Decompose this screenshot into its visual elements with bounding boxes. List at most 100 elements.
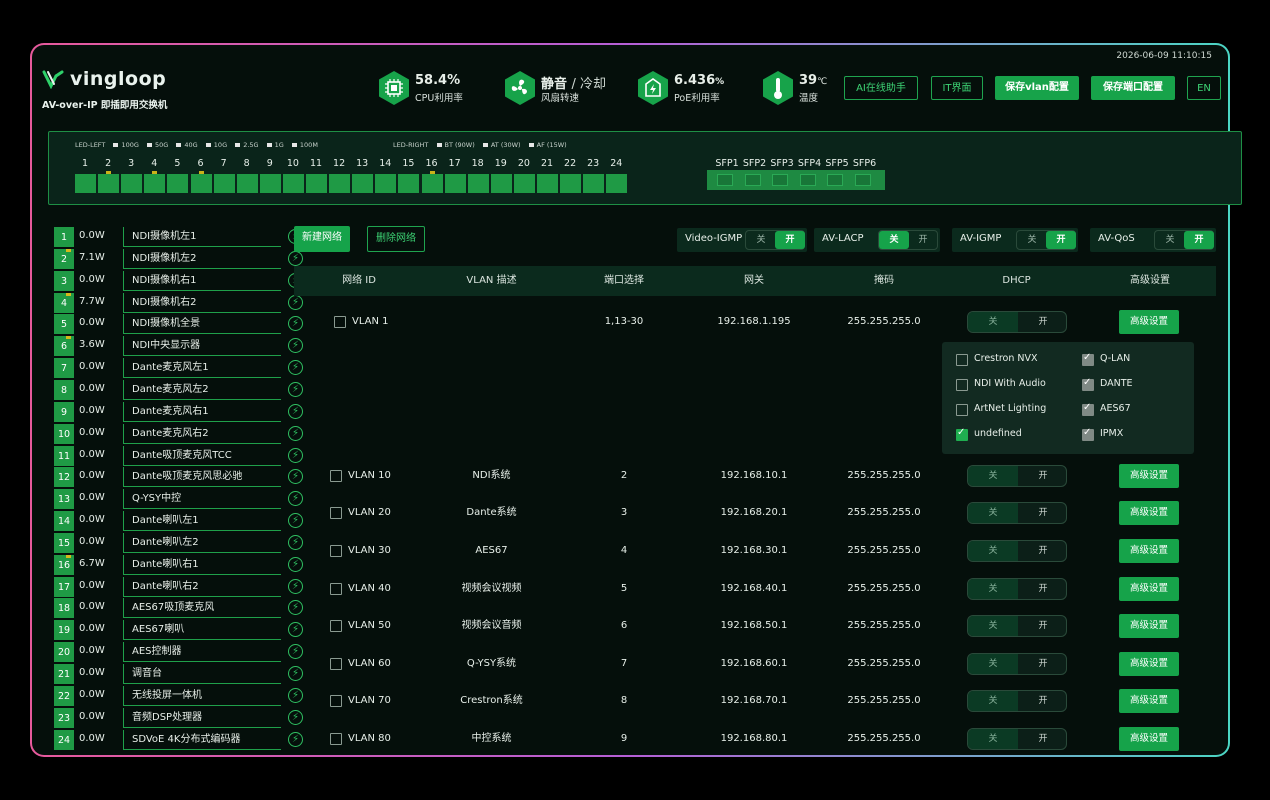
dhcp-on[interactable]: 开 [1018, 466, 1068, 486]
dhcp-on[interactable]: 开 [1018, 729, 1068, 749]
device-name[interactable]: NDI摄像机左2 [123, 248, 281, 269]
port-7[interactable] [213, 174, 235, 193]
port-4[interactable] [144, 171, 166, 193]
port-12[interactable] [329, 174, 351, 193]
advanced-settings-button[interactable]: 高级设置 [1119, 614, 1179, 638]
device-row[interactable]: 24 0.0W SDVoE 4K分布式编码器 ⚡ [54, 729, 303, 752]
device-row[interactable]: 10.0WNDI摄像机左1⚡ [54, 227, 303, 249]
protocol-checkbox[interactable] [956, 404, 968, 416]
device-row[interactable]: 16 6.7W Dante喇叭右1 ⚡ [54, 554, 303, 577]
device-row[interactable]: 17 0.0W Dante喇叭右2 ⚡ [54, 576, 303, 599]
dhcp-off[interactable]: 关 [968, 691, 1018, 711]
device-name[interactable]: Dante麦克风右2 [123, 423, 281, 444]
vlan-row-checkbox[interactable] [330, 733, 342, 745]
dhcp-on[interactable]: 开 [1018, 691, 1068, 711]
poe-bolt-icon[interactable]: ⚡ [288, 403, 303, 419]
toggle-switch[interactable]: 关开 [1016, 230, 1076, 250]
toggle-switch[interactable]: 关开 [745, 230, 805, 250]
toggle-on[interactable]: 开 [908, 231, 938, 249]
sfp-port-4[interactable] [799, 174, 816, 186]
vlan-row-checkbox[interactable] [330, 545, 342, 557]
advanced-settings-button[interactable]: 高级设置 [1119, 727, 1179, 751]
advanced-settings-button[interactable]: 高级设置 [1119, 539, 1179, 563]
device-row[interactable]: 19 0.0W AES67喇叭 ⚡ [54, 620, 303, 642]
device-name[interactable]: Dante麦克风左2 [123, 379, 281, 400]
device-name[interactable]: Dante吸顶麦克风思必驰 [123, 467, 281, 488]
dhcp-on[interactable]: 开 [1018, 503, 1068, 523]
device-row[interactable]: 30.0WNDI摄像机右1⚡ [54, 270, 303, 293]
port-14[interactable] [375, 174, 397, 193]
language-button[interactable]: EN [1187, 76, 1221, 100]
dhcp-switch[interactable]: 关开 [967, 690, 1067, 712]
it-interface-button[interactable]: IT界面 [931, 76, 983, 100]
dhcp-on[interactable]: 开 [1018, 654, 1068, 674]
device-name[interactable]: Dante喇叭左2 [123, 532, 281, 553]
device-name[interactable]: Dante麦克风右1 [123, 401, 281, 422]
dhcp-switch[interactable]: 关开 [967, 540, 1067, 562]
device-name[interactable]: NDI摄像机右2 [123, 292, 281, 313]
dhcp-off[interactable]: 关 [968, 541, 1018, 561]
advanced-settings-button[interactable]: 高级设置 [1119, 310, 1179, 334]
advanced-settings-button[interactable]: 高级设置 [1119, 689, 1179, 713]
port-11[interactable] [306, 174, 327, 193]
device-row[interactable]: 4 7.7W NDI摄像机右2 ⚡ [54, 292, 303, 315]
port-13[interactable] [352, 174, 374, 193]
dhcp-on[interactable]: 开 [1018, 541, 1068, 561]
toggle-on[interactable]: 开 [775, 231, 805, 249]
device-name[interactable]: SDVoE 4K分布式编码器 [123, 729, 281, 750]
device-row[interactable]: 5 0.0W NDI摄像机全景 ⚡ [54, 314, 303, 336]
dhcp-off[interactable]: 关 [968, 654, 1018, 674]
port-20[interactable] [513, 174, 535, 193]
ai-assistant-button[interactable]: AI在线助手 [844, 76, 918, 100]
dhcp-switch[interactable]: 关开 [967, 502, 1067, 524]
dhcp-on[interactable]: 开 [1018, 616, 1068, 636]
toggle-switch[interactable]: 关开 [1154, 230, 1214, 250]
vlan-row-checkbox[interactable] [330, 620, 342, 632]
device-name[interactable]: 无线投屏一体机 [123, 685, 281, 706]
device-row[interactable]: 2 7.1W NDI摄像机左2 ⚡ [54, 248, 303, 271]
advanced-settings-button[interactable]: 高级设置 [1119, 501, 1179, 525]
advanced-settings-button[interactable]: 高级设置 [1119, 577, 1179, 601]
dhcp-switch[interactable]: 关开 [967, 465, 1067, 487]
dhcp-off[interactable]: 关 [968, 579, 1018, 599]
protocol-checkbox[interactable] [1082, 427, 1094, 441]
poe-bolt-icon[interactable]: ⚡ [288, 250, 303, 266]
device-row[interactable]: 8 0.0W Dante麦克风左2 ⚡ [54, 379, 303, 402]
vlan-row-checkbox[interactable] [330, 507, 342, 519]
new-network-button[interactable]: 新建网络 [294, 226, 350, 252]
port-21[interactable] [537, 174, 558, 193]
device-name[interactable]: NDI摄像机全景 [123, 314, 281, 335]
port-18[interactable] [467, 174, 489, 193]
advanced-settings-button[interactable]: 高级设置 [1119, 652, 1179, 676]
device-name[interactable]: Dante喇叭右1 [123, 554, 281, 575]
protocol-checkbox[interactable] [956, 427, 968, 441]
poe-bolt-icon[interactable]: ⚡ [288, 338, 303, 354]
save-vlan-button[interactable]: 保存vlan配置 [995, 76, 1079, 100]
device-name[interactable]: NDI摄像机右1 [123, 270, 281, 291]
device-name[interactable]: NDI摄像机左1 [123, 227, 281, 247]
device-row[interactable]: 13 0.0W Q-YSY中控 ⚡ [54, 489, 303, 511]
device-name[interactable]: 音频DSP处理器 [123, 707, 281, 728]
device-row[interactable]: 11 0.0W Dante吸顶麦克风TCC ⚡ [54, 445, 303, 468]
device-name[interactable]: AES67喇叭 [123, 620, 281, 641]
device-row[interactable]: 20 0.0W AES控制器 ⚡ [54, 642, 303, 664]
port-9[interactable] [259, 174, 281, 193]
port-1[interactable] [75, 174, 96, 193]
device-row[interactable]: 10 0.0W Dante麦克风右2 ⚡ [54, 423, 303, 446]
device-row[interactable]: 22 0.0W 无线投屏一体机 ⚡ [54, 685, 303, 708]
port-10[interactable] [282, 174, 304, 193]
toggle-off[interactable]: 关 [1017, 231, 1047, 249]
dhcp-off[interactable]: 关 [968, 312, 1018, 332]
device-row[interactable]: 14 0.0W Dante喇叭左1 ⚡ [54, 511, 303, 533]
dhcp-switch[interactable]: 关开 [967, 578, 1067, 600]
protocol-checkbox[interactable] [956, 354, 968, 366]
toggle-off[interactable]: 关 [746, 231, 776, 249]
protocol-checkbox[interactable] [1082, 352, 1094, 366]
port-3[interactable] [121, 174, 143, 193]
vlan-row-checkbox[interactable] [330, 583, 342, 595]
poe-bolt-icon[interactable]: ⚡ [288, 360, 303, 376]
dhcp-switch[interactable]: 关开 [967, 728, 1067, 750]
dhcp-switch[interactable]: 关开 [967, 653, 1067, 675]
port-16[interactable] [421, 171, 443, 193]
port-19[interactable] [490, 174, 512, 193]
